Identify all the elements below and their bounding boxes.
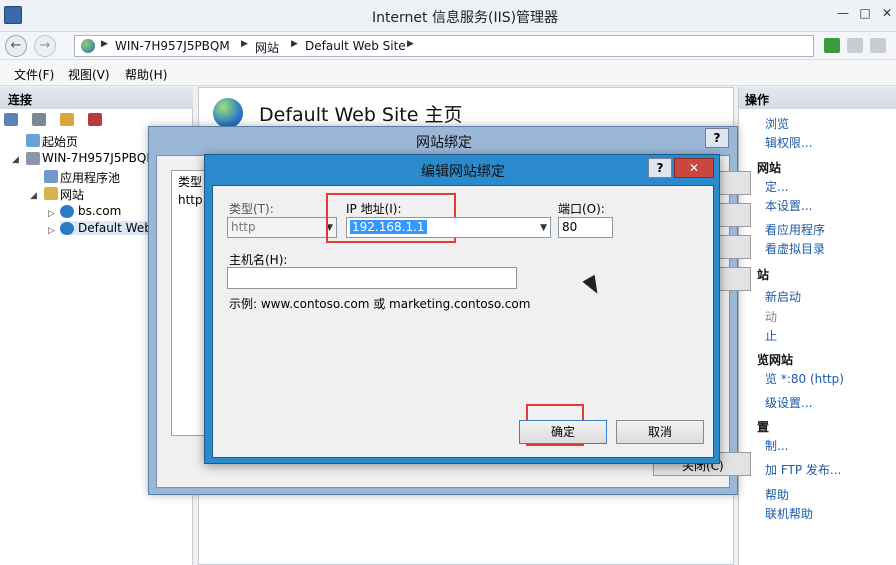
cancel-button[interactable]: 取消	[616, 420, 704, 444]
menu-bar: 文件(F) 视图(V) 帮助(H)	[0, 60, 896, 86]
menu-help[interactable]: 帮助(H)	[125, 66, 167, 83]
help-button[interactable]: ?	[648, 158, 672, 178]
start-page-icon	[26, 134, 40, 147]
tree-item-app-pools[interactable]: 应用程序池	[44, 169, 120, 186]
action-group-manage: 站	[757, 268, 770, 282]
menu-file[interactable]: 文件(F)	[14, 66, 54, 83]
action-view-virtual-dirs[interactable]: 看虚拟目录	[765, 240, 825, 257]
window-title: Internet 信息服务(IIS)管理器	[371, 10, 559, 26]
action-group-config: 置	[757, 420, 770, 434]
breadcrumb-site[interactable]: Default Web Site	[305, 39, 406, 53]
column-header-type: 类型	[178, 175, 203, 189]
action-bindings[interactable]: 定...	[765, 178, 788, 195]
breadcrumb-sites[interactable]: 网站	[255, 39, 279, 56]
dialog-title: 网站绑定	[416, 135, 472, 151]
tree-item-server[interactable]: WIN-7H957J5PBQM	[26, 151, 157, 165]
globe-icon	[213, 98, 243, 128]
ip-address-combo[interactable]: 192.168.1.1 ▼	[346, 217, 551, 238]
port-label: 端口(O):	[558, 202, 605, 216]
chevron-right-icon: ▶	[101, 39, 108, 49]
forward-arrow-icon: →	[39, 38, 51, 53]
chevron-down-icon: ▼	[540, 223, 547, 233]
example-text: 示例: www.contoso.com 或 marketing.contoso.…	[229, 297, 531, 311]
chevron-right-icon: ▶	[241, 39, 248, 49]
close-button[interactable]: ✕	[876, 4, 896, 22]
edit-binding-body: 类型(T): http ▼ IP 地址(I): 192.168.1.1 ▼ 端口…	[212, 185, 714, 458]
chevron-right-icon: ▶	[291, 39, 298, 49]
action-start[interactable]: 动	[765, 308, 777, 325]
action-browse-80[interactable]: 览 *:80 (http)	[765, 370, 844, 387]
ip-address-value: 192.168.1.1	[350, 220, 427, 234]
tree-item-bs-com[interactable]: bs.com	[60, 204, 121, 218]
page-title: Default Web Site 主页	[259, 104, 463, 126]
expand-icon[interactable]: ▷	[48, 226, 55, 236]
port-input[interactable]: 80	[558, 217, 613, 238]
globe-icon	[60, 222, 74, 235]
host-label: 主机名(H):	[229, 253, 288, 267]
action-browse[interactable]: 浏览	[765, 115, 789, 132]
stop-icon[interactable]	[847, 38, 863, 53]
actions-header: 操作	[739, 87, 896, 109]
help-button[interactable]: ?	[705, 128, 729, 148]
title-bar: Internet 信息服务(IIS)管理器 — □ ✕	[0, 0, 896, 32]
folder-up-icon[interactable]	[60, 113, 74, 126]
connect-icon[interactable]	[4, 113, 18, 126]
globe-icon	[60, 205, 74, 218]
address-path[interactable]: ▶ WIN-7H957J5PBQM ▶ 网站 ▶ Default Web Sit…	[74, 35, 814, 57]
tree-item-sites[interactable]: 网站	[44, 186, 84, 203]
action-group-site: 网站	[757, 161, 782, 175]
expand-icon[interactable]: ▷	[48, 209, 55, 219]
action-online-help[interactable]: 联机帮助	[765, 505, 813, 522]
actions-panel: 操作 浏览 辑权限... 网站 定... 本设置... 看应用程序 看虚拟目录 …	[738, 87, 896, 565]
globe-icon	[81, 39, 95, 53]
sites-folder-icon	[44, 187, 58, 200]
collapse-icon[interactable]: ◢	[12, 155, 19, 165]
ip-label: IP 地址(I):	[346, 202, 402, 216]
action-stop[interactable]: 止	[765, 327, 777, 344]
disconnect-icon[interactable]	[88, 113, 102, 126]
server-icon	[26, 152, 40, 165]
action-basic-settings[interactable]: 本设置...	[765, 197, 812, 214]
action-add-ftp[interactable]: 加 FTP 发布...	[765, 461, 841, 478]
action-view-applications[interactable]: 看应用程序	[765, 221, 825, 238]
binding-row-type[interactable]: http	[178, 193, 203, 207]
save-icon[interactable]	[32, 113, 46, 126]
dialog-title: 编辑网站绑定	[421, 164, 505, 180]
collapse-icon[interactable]: ◢	[30, 191, 37, 201]
close-button[interactable]: ✕	[674, 158, 714, 178]
back-button[interactable]: ←	[5, 35, 27, 57]
connections-header: 连接	[0, 87, 193, 109]
action-advanced-settings[interactable]: 级设置...	[765, 394, 812, 411]
action-group-browse: 览网站	[757, 353, 794, 367]
maximize-button[interactable]: □	[854, 4, 876, 22]
breadcrumb-server[interactable]: WIN-7H957J5PBQM	[115, 39, 230, 53]
forward-button[interactable]: →	[34, 35, 56, 57]
refresh-icon[interactable]	[824, 38, 840, 53]
action-help[interactable]: 帮助	[765, 486, 789, 503]
menu-view[interactable]: 视图(V)	[68, 66, 110, 83]
type-label: 类型(T):	[229, 202, 274, 216]
app-pool-icon	[44, 170, 58, 183]
ok-button[interactable]: 确定	[519, 420, 607, 444]
address-bar: ← → ▶ WIN-7H957J5PBQM ▶ 网站 ▶ Default Web…	[0, 32, 896, 60]
host-name-input[interactable]	[227, 267, 517, 289]
back-arrow-icon: ←	[10, 38, 22, 53]
tree-item-start[interactable]: 起始页	[26, 133, 78, 150]
type-select[interactable]: http ▼	[227, 217, 337, 238]
action-restart[interactable]: 新启动	[765, 288, 801, 305]
chevron-right-icon: ▶	[407, 39, 414, 49]
edit-binding-dialog: 编辑网站绑定 ? ✕ 类型(T): http ▼ IP 地址(I): 192.1…	[204, 154, 720, 464]
action-limits[interactable]: 制...	[765, 437, 788, 454]
action-edit-permissions[interactable]: 辑权限...	[765, 134, 812, 151]
minimize-button[interactable]: —	[832, 4, 854, 22]
home-icon[interactable]	[870, 38, 886, 53]
